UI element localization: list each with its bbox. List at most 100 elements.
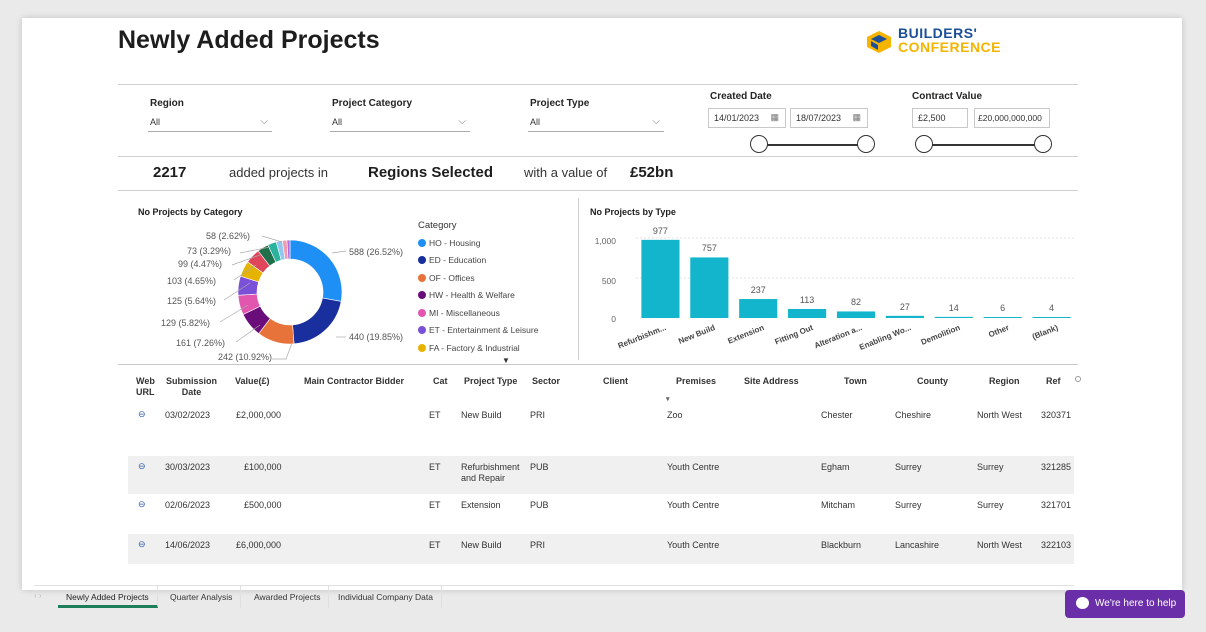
tab-individual-company-data[interactable]: Individual Company Data [330,586,442,608]
legend-label: HO - Housing [429,237,481,248]
legend-item[interactable]: HW - Health & Welfare [418,287,538,305]
col-header-cat[interactable]: Cat [433,376,448,387]
col-header-web-url[interactable]: Web URL [136,376,155,398]
bar[interactable] [836,311,876,318]
bar-value-label: 27 [899,301,910,312]
cell-region: Surrey [977,500,1004,510]
bar[interactable] [690,257,729,318]
col-header-submission-date[interactable]: Submission Date [166,376,217,398]
legend-item[interactable]: HO - Housing [418,234,538,252]
chat-bubble-icon [1076,597,1089,609]
col-header-county[interactable]: County [917,376,948,387]
chevron-down-icon: ⌵ [652,116,660,127]
cell-project-type: New Build [461,540,502,550]
created-date-to-input[interactable]: 18/07/2023 ▦ [790,108,868,128]
bar[interactable] [641,239,680,318]
tab-awarded-projects[interactable]: Awarded Projects [246,586,330,608]
logo-line1: BUILDERS' [898,25,978,41]
legend-item[interactable]: ET - Entertainment & Leisure [418,322,538,340]
col-header-site-address[interactable]: Site Address [744,376,799,387]
contract-value-slider-end-handle[interactable] [1034,135,1052,153]
legend-item[interactable]: ED - Education [418,252,538,270]
cell-ref: 321701 [1041,500,1072,510]
bar[interactable] [739,299,778,318]
donut-data-label: 103 (4.65%) [167,276,217,286]
table-row[interactable]: ⊖ 02/06/2023 £500,000 ET Extension PUB Y… [128,494,1074,532]
contract-value-slider-track[interactable] [924,144,1044,146]
project-category-label: Project Category [332,98,413,109]
cell-region: Surrey [977,462,1004,472]
cell-sector: PUB [530,462,549,472]
donut-slice[interactable] [289,239,343,302]
legend-dot [418,343,426,352]
table-row[interactable]: ⊖ 30/03/2023 £100,000 ET Refurbishment a… [128,456,1074,494]
link-icon[interactable]: ⊖ [138,409,146,420]
page-title: Newly Added Projects [118,26,380,54]
page-tab-bar: Newly Added Projects Quarter Analysis Aw… [34,585,1074,608]
created-date-slider-end-handle[interactable] [857,135,875,153]
created-date-slider-track[interactable] [758,144,866,146]
chevron-down-icon: ⌵ [260,116,268,127]
link-icon[interactable]: ⊖ [138,539,146,550]
cell-date: 02/06/2023 [165,500,211,510]
cell-region: North West [977,540,1022,550]
link-icon[interactable]: ⊖ [138,499,146,510]
project-category-dropdown[interactable]: All ⌵ [330,114,470,132]
contract-value-max-input[interactable]: £20,000,000,000 [974,108,1050,128]
tab-quarter-analysis[interactable]: Quarter Analysis [162,586,242,608]
created-date-slider-start-handle[interactable] [750,135,768,153]
cell-value: £100,000 [244,462,282,472]
link-icon[interactable]: ⊖ [138,461,146,472]
contract-value-min-input[interactable]: £2,500 [912,108,968,128]
bar[interactable] [1032,317,1071,318]
cell-town: Chester [821,410,853,420]
col-header-town[interactable]: Town [844,376,867,387]
bar-value-label: 237 [750,285,766,296]
legend-item[interactable]: FA - Factory & Industrial [418,339,538,357]
legend-dot [418,256,426,265]
tab-newly-added-projects[interactable]: Newly Added Projects [58,586,158,608]
project-category-value: All [332,117,343,127]
legend-item[interactable]: MI - Miscellaneous [418,304,538,322]
donut-chart[interactable] [235,237,345,347]
bar[interactable] [934,316,973,318]
bar-value-label: 82 [850,297,861,308]
donut-data-label: 125 (5.64%) [167,296,217,306]
bar[interactable] [983,317,1022,318]
table-row[interactable]: ⊖ 03/02/2023 £2,000,000 ET New Build PRI… [128,404,1074,438]
col-header-project-type[interactable]: Project Type [464,376,517,387]
bar[interactable] [788,308,827,318]
project-type-dropdown[interactable]: All ⌵ [528,114,664,132]
legend-dot [418,308,426,317]
created-date-from-input[interactable]: 14/01/2023 ▦ [708,108,786,128]
help-chat-button[interactable]: We're here to help [1065,590,1185,618]
cell-county: Surrey [895,462,922,472]
project-count: 2217 [153,164,187,181]
legend-label: FA - Factory & Industrial [429,342,520,353]
donut-slice[interactable] [292,297,342,345]
cell-date: 30/03/2023 [165,462,211,472]
col-header-client[interactable]: Client [603,376,628,387]
cell-town: Egham [821,462,850,472]
legend-item[interactable]: OF - Offices [418,269,538,287]
col-header-premises[interactable]: Premises [676,376,716,387]
filters-divider [118,156,1078,157]
cell-sector: PRI [530,410,546,420]
col-header-value[interactable]: Value(£) [235,376,270,387]
col-header-region[interactable]: Region [989,376,1020,387]
cell-ref: 321285 [1041,462,1072,472]
table-scroll-indicator[interactable] [1075,376,1081,382]
bar[interactable] [885,315,924,318]
col-header-main-contractor-bidder[interactable]: Main Contractor Bidder [304,376,404,387]
donut-chart-title: No Projects by Category [138,207,243,217]
region-dropdown[interactable]: All ⌵ [148,114,272,132]
col-header-sector[interactable]: Sector [532,376,560,387]
col-header-ref[interactable]: Ref [1046,376,1061,387]
contract-value-slider-start-handle[interactable] [915,135,933,153]
table-row[interactable]: ⊖ 14/06/2023 £6,000,000 ET New Build PRI… [128,534,1074,564]
bar-value-label: 757 [701,243,717,254]
bar-value-label: 113 [799,294,815,305]
cell-town: Mitcham [821,500,856,510]
legend-dot [418,326,426,335]
summary-text-value: with a value of [524,165,608,180]
